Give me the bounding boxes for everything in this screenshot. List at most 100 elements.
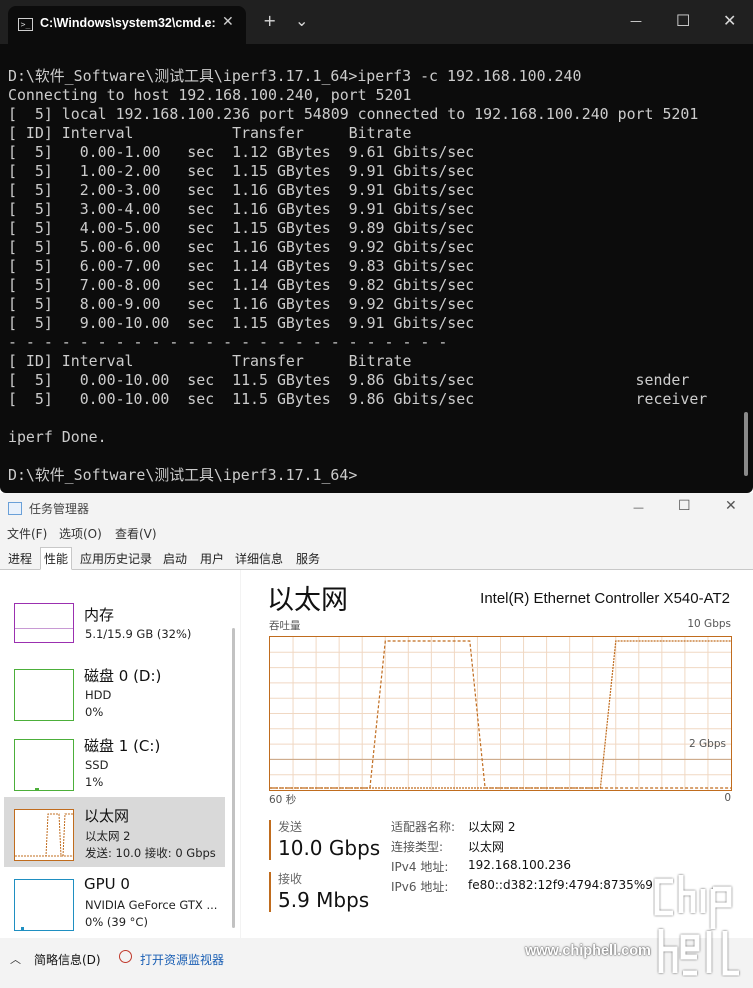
maximize-button[interactable]: ☐ — [676, 11, 690, 31]
terminal-line: [ 5] 4.00-5.00 sec 1.15 GBytes 9.89 Gbit… — [8, 219, 475, 237]
terminal-line: Connecting to host 192.168.100.240, port… — [8, 86, 412, 104]
open-resource-monitor-link[interactable]: 打开资源监视器 — [140, 951, 224, 968]
minimize-button[interactable]: — — [633, 501, 644, 514]
terminal-tab-title: C:\Windows\system32\cmd.e: — [40, 16, 215, 30]
ethernet-thumbnail — [14, 809, 74, 861]
sidebar-item-label: 以太网 — [84, 807, 130, 825]
tab-services[interactable]: 服务 — [293, 550, 323, 568]
tab-users[interactable]: 用户 — [197, 550, 227, 568]
tab-details[interactable]: 详细信息 — [232, 550, 286, 568]
terminal-line: [ 5] 6.00-7.00 sec 1.14 GBytes 9.83 Gbit… — [8, 257, 475, 275]
terminal-line: [ 5] 1.00-2.00 sec 1.15 GBytes 9.91 Gbit… — [8, 162, 475, 180]
sidebar-item-detail: NVIDIA GeForce GTX ... — [85, 898, 218, 912]
menu-view[interactable]: 查看(V) — [115, 525, 157, 542]
menu-file[interactable]: 文件(F) — [7, 525, 47, 542]
sidebar-item-label: GPU 0 — [84, 875, 130, 893]
sidebar-scrollbar[interactable] — [232, 628, 235, 928]
terminal-icon: >_ — [18, 18, 33, 31]
terminal-line: [ 5] 9.00-10.00 sec 1.15 GBytes 9.91 Gbi… — [8, 314, 475, 332]
send-indicator — [269, 820, 271, 860]
terminal-window[interactable]: >_ C:\Windows\system32\cmd.e: ✕ + ⌄ — ☐ … — [0, 0, 753, 493]
window-title: 任务管理器 — [29, 502, 90, 516]
tab-app-history[interactable]: 应用历史记录 — [77, 550, 155, 568]
sidebar-item-detail: 以太网 2 — [85, 829, 131, 843]
disk0-thumbnail — [14, 669, 74, 721]
tab-performance[interactable]: 性能 — [40, 547, 73, 570]
sidebar-item-disk0[interactable]: 磁盘 0 (D:) HDD 0% — [4, 657, 225, 727]
sidebar-item-ethernet[interactable]: 以太网 以太网 2 发送: 10.0 接收: 0 Gbps — [4, 797, 225, 867]
send-label: 发送 — [278, 820, 303, 834]
fewer-details-button[interactable]: 简略信息(D) — [34, 951, 101, 968]
sidebar-item-usage: 发送: 10.0 接收: 0 Gbps — [85, 846, 216, 860]
terminal-line: [ 5] 7.00-8.00 sec 1.14 GBytes 9.82 Gbit… — [8, 276, 475, 294]
minimize-button[interactable]: — — [630, 11, 642, 31]
ipv6-key: IPv6 地址: — [391, 880, 449, 894]
close-button[interactable]: ✕ — [723, 11, 736, 31]
chevron-up-icon[interactable]: ︿ — [10, 951, 21, 967]
tab-dropdown-button[interactable]: ⌄ — [295, 11, 308, 31]
tab-startup[interactable]: 启动 — [160, 550, 190, 568]
performance-sidebar: 内存 5.1/15.9 GB (32%) 磁盘 0 (D:) HDD 0% 磁盘… — [0, 570, 240, 938]
adapter-name: Intel(R) Ethernet Controller X540-AT2 — [480, 590, 730, 607]
sidebar-item-label: 磁盘 0 (D:) — [84, 667, 162, 685]
terminal-line: D:\软件_Software\测试工具\iperf3.17.1_64>iperf… — [8, 67, 582, 85]
ipv6-value: fe80::d382:12f9:4794:8735%9 — [468, 878, 653, 892]
terminal-line: [ 5] 3.00-4.00 sec 1.16 GBytes 9.91 Gbit… — [8, 200, 475, 218]
terminal-line: [ 5] 0.00-10.00 sec 11.5 GBytes 9.86 Gbi… — [8, 371, 690, 389]
graph-label: 吞吐量 — [269, 620, 301, 632]
graph-x-start-label: 60 秒 — [269, 794, 297, 806]
graph-x-end-label: 0 — [724, 792, 731, 804]
tab-close-icon[interactable]: ✕ — [222, 14, 234, 30]
tab-processes[interactable]: 进程 — [5, 550, 35, 568]
tab-strip: 进程 性能 应用历史记录 启动 用户 详细信息 服务 — [0, 547, 753, 570]
terminal-line: iperf Done. — [8, 428, 107, 446]
sidebar-item-gpu[interactable]: GPU 0 NVIDIA GeForce GTX ... 0% (39 °C) — [4, 867, 225, 937]
sidebar-item-label: 内存 — [84, 606, 115, 624]
graph-max-label: 10 Gbps — [687, 618, 731, 630]
connection-type-key: 连接类型: — [391, 840, 444, 854]
terminal-line: [ 5] local 192.168.100.236 port 54809 co… — [8, 105, 699, 123]
watermark-url: www.chiphell.com — [525, 943, 651, 959]
terminal-line: [ 5] 0.00-1.00 sec 1.12 GBytes 9.61 Gbit… — [8, 143, 475, 161]
terminal-line: [ 5] 2.00-3.00 sec 1.16 GBytes 9.91 Gbit… — [8, 181, 475, 199]
gpu-thumbnail — [14, 879, 74, 931]
sidebar-item-detail: SSD — [85, 758, 109, 772]
chiphell-logo — [654, 875, 739, 976]
terminal-line: [ ID] Interval Transfer Bitrate — [8, 124, 412, 142]
ipv4-key: IPv4 地址: — [391, 860, 449, 874]
resource-monitor-icon — [119, 950, 132, 963]
throughput-graph — [269, 636, 732, 791]
terminal-scrollbar[interactable] — [744, 412, 748, 476]
terminal-line: [ 5] 5.00-6.00 sec 1.16 GBytes 9.92 Gbit… — [8, 238, 475, 256]
disk1-thumbnail — [14, 739, 74, 791]
task-manager-icon — [8, 502, 22, 515]
terminal-line: [ 5] 8.00-9.00 sec 1.16 GBytes 9.92 Gbit… — [8, 295, 475, 313]
adapter-name-key: 适配器名称: — [391, 820, 456, 834]
terminal-tab[interactable]: >_ C:\Windows\system32\cmd.e: ✕ — [8, 6, 246, 44]
maximize-button[interactable]: ☐ — [678, 498, 691, 514]
connection-type-value: 以太网 — [468, 840, 505, 854]
sidebar-item-detail: HDD — [85, 688, 112, 702]
send-value: 10.0 Gbps — [278, 836, 381, 860]
terminal-line: [ ID] Interval Transfer Bitrate — [8, 352, 412, 370]
sidebar-item-disk1[interactable]: 磁盘 1 (C:) SSD 1% — [4, 727, 225, 797]
sidebar-item-label: 磁盘 1 (C:) — [84, 737, 161, 755]
terminal-titlebar[interactable]: >_ C:\Windows\system32\cmd.e: ✕ + ⌄ — ☐ … — [0, 0, 753, 44]
sidebar-item-usage: 1% — [85, 775, 104, 789]
sidebar-item-memory[interactable]: 内存 5.1/15.9 GB (32%) — [4, 587, 225, 657]
ethernet-thumbnail-graph — [15, 813, 73, 857]
sidebar-item-usage: 0% — [85, 705, 104, 719]
menu-options[interactable]: 选项(O) — [59, 525, 102, 542]
sidebar-item-detail: 5.1/15.9 GB (32%) — [85, 627, 192, 641]
graph-scale-mark: 2 Gbps — [689, 738, 726, 750]
throughput-graph-svg — [270, 637, 731, 790]
terminal-line: [ 5] 0.00-10.00 sec 11.5 GBytes 9.86 Gbi… — [8, 390, 708, 408]
close-button[interactable]: ✕ — [725, 498, 737, 514]
receive-label: 接收 — [278, 872, 303, 886]
memory-thumbnail — [14, 603, 74, 643]
receive-indicator — [269, 872, 271, 912]
new-tab-button[interactable]: + — [263, 11, 276, 31]
terminal-output[interactable]: D:\软件_Software\测试工具\iperf3.17.1_64> iperf… — [8, 67, 707, 485]
